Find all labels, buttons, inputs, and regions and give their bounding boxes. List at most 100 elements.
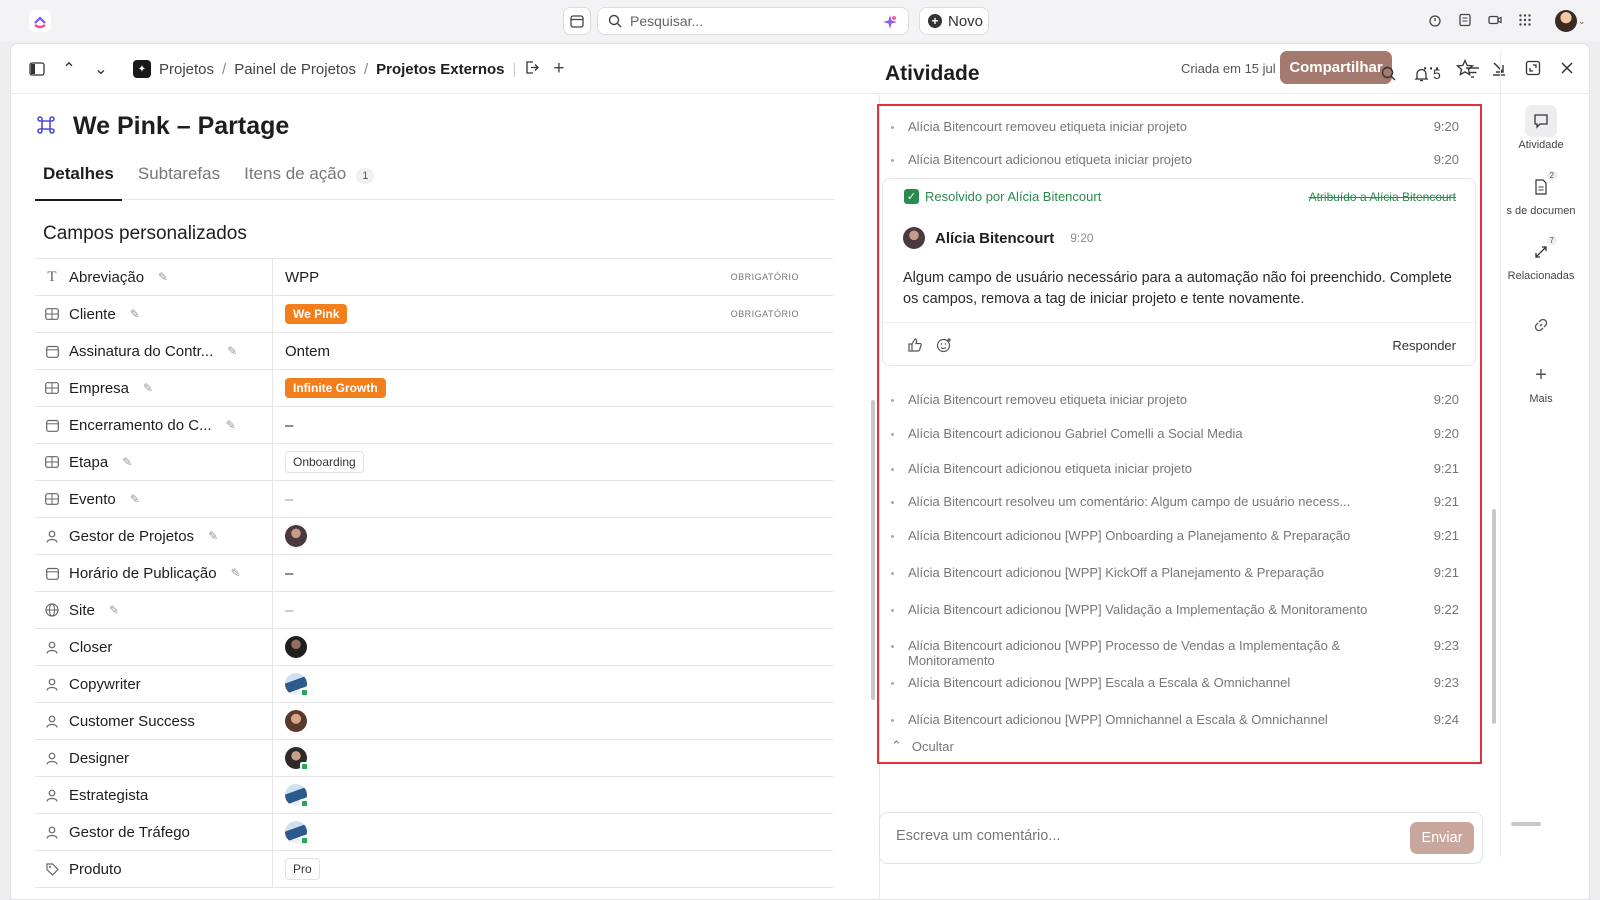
field-row: Customer Success <box>35 703 833 740</box>
comment-input[interactable] <box>896 828 1376 844</box>
notepad-icon[interactable] <box>1456 11 1474 29</box>
pin-icon[interactable]: ✎ <box>226 418 236 432</box>
share-button[interactable]: Compartilhar <box>1280 51 1392 84</box>
chevron-down-icon[interactable]: ⌄ <box>91 59 111 79</box>
pin-icon[interactable]: ✎ <box>208 529 218 543</box>
move-task-icon[interactable] <box>524 60 540 79</box>
field-label: Assinatura do Contr... <box>69 342 214 360</box>
activity-search-icon[interactable] <box>1381 66 1396 81</box>
person-icon <box>45 677 59 691</box>
user-avatar[interactable] <box>285 784 309 808</box>
activity-event: Alícia Bitencourt adicionou [WPP] KickOf… <box>891 565 1459 580</box>
rail-item-related[interactable]: 7 Relacionadas <box>1501 236 1581 282</box>
field-value[interactable] <box>273 666 833 702</box>
pin-icon[interactable]: ✎ <box>130 307 140 321</box>
activity-event: Alícia Bitencourt adicionou [WPP] Escala… <box>891 675 1459 690</box>
send-button[interactable]: Enviar <box>1410 822 1474 854</box>
field-value[interactable]: Pro <box>273 851 833 887</box>
user-avatar[interactable] <box>285 673 309 697</box>
emoji-add-icon[interactable] <box>936 337 952 353</box>
user-avatar[interactable] <box>285 525 307 547</box>
add-icon[interactable]: + <box>553 58 564 80</box>
task-title[interactable]: We Pink – Partage <box>73 112 289 141</box>
tab-itens-de-acao[interactable]: Itens de ação 1 <box>236 150 382 200</box>
user-avatar[interactable] <box>285 821 309 845</box>
user-avatar[interactable] <box>285 636 307 658</box>
rail-item-more[interactable]: + Mais <box>1501 359 1581 406</box>
activity-scrollbar[interactable] <box>1490 104 1498 764</box>
event-text: Alícia Bitencourt adicionou [WPP] Omnich… <box>908 712 1328 727</box>
field-value[interactable]: Onboarding <box>273 444 833 480</box>
breadcrumb-item-painel[interactable]: Painel de Projetos <box>234 61 356 78</box>
user-avatar[interactable] <box>285 710 307 732</box>
checkbox-checked-icon[interactable]: ✓ <box>904 189 919 204</box>
field-value[interactable]: Infinite Growth <box>273 370 833 406</box>
search-bar[interactable] <box>597 7 909 35</box>
details-scrollbar[interactable] <box>869 95 877 900</box>
chevron-up-icon[interactable]: ⌃ <box>59 59 79 79</box>
notifications-button[interactable]: 5 <box>1414 66 1441 82</box>
breadcrumb-item-projetos[interactable]: Projetos <box>159 61 214 78</box>
field-value[interactable] <box>273 703 833 739</box>
thumbs-up-icon[interactable] <box>907 337 923 353</box>
field-value[interactable] <box>273 814 833 850</box>
pin-icon[interactable]: ✎ <box>122 455 132 469</box>
author-name[interactable]: Alícia Bitencourt <box>935 230 1054 247</box>
event-text: Alícia Bitencourt adicionou [WPP] Proces… <box>908 638 1341 668</box>
activity-feed[interactable]: Alícia Bitencourt removeu etiqueta inici… <box>877 104 1482 764</box>
pin-icon[interactable]: ✎ <box>130 492 140 506</box>
field-value[interactable]: – <box>273 481 833 517</box>
field-value[interactable] <box>273 629 833 665</box>
event-text[interactable]: Alícia Bitencourt resolveu um comentário… <box>908 494 1429 509</box>
pin-icon[interactable]: ✎ <box>143 381 153 395</box>
rail-item-documents[interactable]: 2 s de documen <box>1501 171 1581 217</box>
rail-item-activity[interactable]: Atividade <box>1501 105 1581 151</box>
new-button[interactable]: + Novo <box>919 7 989 35</box>
rail-scrollbar[interactable] <box>1511 822 1541 826</box>
field-value[interactable] <box>273 777 833 813</box>
field-value[interactable]: – <box>273 555 833 591</box>
pin-icon[interactable]: ✎ <box>109 603 119 617</box>
online-status-badge <box>300 836 309 845</box>
pin-icon[interactable]: ✎ <box>227 344 237 358</box>
reply-button[interactable]: Responder <box>1392 338 1456 353</box>
app-logo-icon[interactable] <box>29 10 51 32</box>
scrollbar-thumb[interactable] <box>871 400 875 700</box>
search-input[interactable] <box>630 13 870 29</box>
chevron-down-icon[interactable]: ⌄ <box>1578 16 1586 27</box>
tab-subtarefas[interactable]: Subtarefas <box>130 150 228 200</box>
hide-toggle[interactable]: ⌃ Ocultar <box>891 738 954 754</box>
breadcrumb-item-externos[interactable]: Projetos Externos <box>376 61 504 78</box>
field-row: Designer <box>35 740 833 777</box>
field-value[interactable]: – <box>273 407 833 443</box>
field-value[interactable]: – <box>273 592 833 628</box>
rail-item-link[interactable] <box>1501 309 1581 343</box>
timer-icon[interactable] <box>1426 11 1444 29</box>
event-time: 9:21 <box>1433 565 1459 580</box>
author-avatar[interactable] <box>903 227 925 249</box>
filter-icon[interactable] <box>1465 66 1480 79</box>
user-avatar[interactable] <box>285 747 309 771</box>
pin-icon[interactable]: ✎ <box>158 270 168 284</box>
video-record-icon[interactable] <box>1486 11 1504 29</box>
event-time: 9:21 <box>1433 461 1459 476</box>
apps-grid-icon[interactable] <box>1516 11 1534 29</box>
field-value[interactable]: Ontem <box>273 333 833 369</box>
field-value[interactable]: WPP OBRIGATÓRIO <box>273 259 833 295</box>
field-value[interactable] <box>273 740 833 776</box>
field-value[interactable] <box>273 518 833 554</box>
calendar-icon[interactable] <box>563 7 591 35</box>
user-avatar[interactable] <box>1555 10 1577 32</box>
field-label: Designer <box>69 749 130 767</box>
field-value[interactable]: We Pink OBRIGATÓRIO <box>273 296 833 332</box>
pin-icon[interactable]: ✎ <box>231 566 241 580</box>
event-time: 9:20 <box>1433 119 1459 134</box>
breadcrumb-separator: / <box>222 60 227 78</box>
tab-detalhes[interactable]: Detalhes <box>35 150 122 201</box>
scrollbar-thumb[interactable] <box>1492 509 1496 724</box>
calendar-icon <box>45 344 59 358</box>
event-text: Alícia Bitencourt adicionou [WPP] Escala… <box>908 675 1291 690</box>
sidebar-toggle-icon[interactable] <box>27 59 47 79</box>
ai-sparkle-icon[interactable] <box>882 14 898 30</box>
field-name: Evento ✎ <box>35 481 273 517</box>
